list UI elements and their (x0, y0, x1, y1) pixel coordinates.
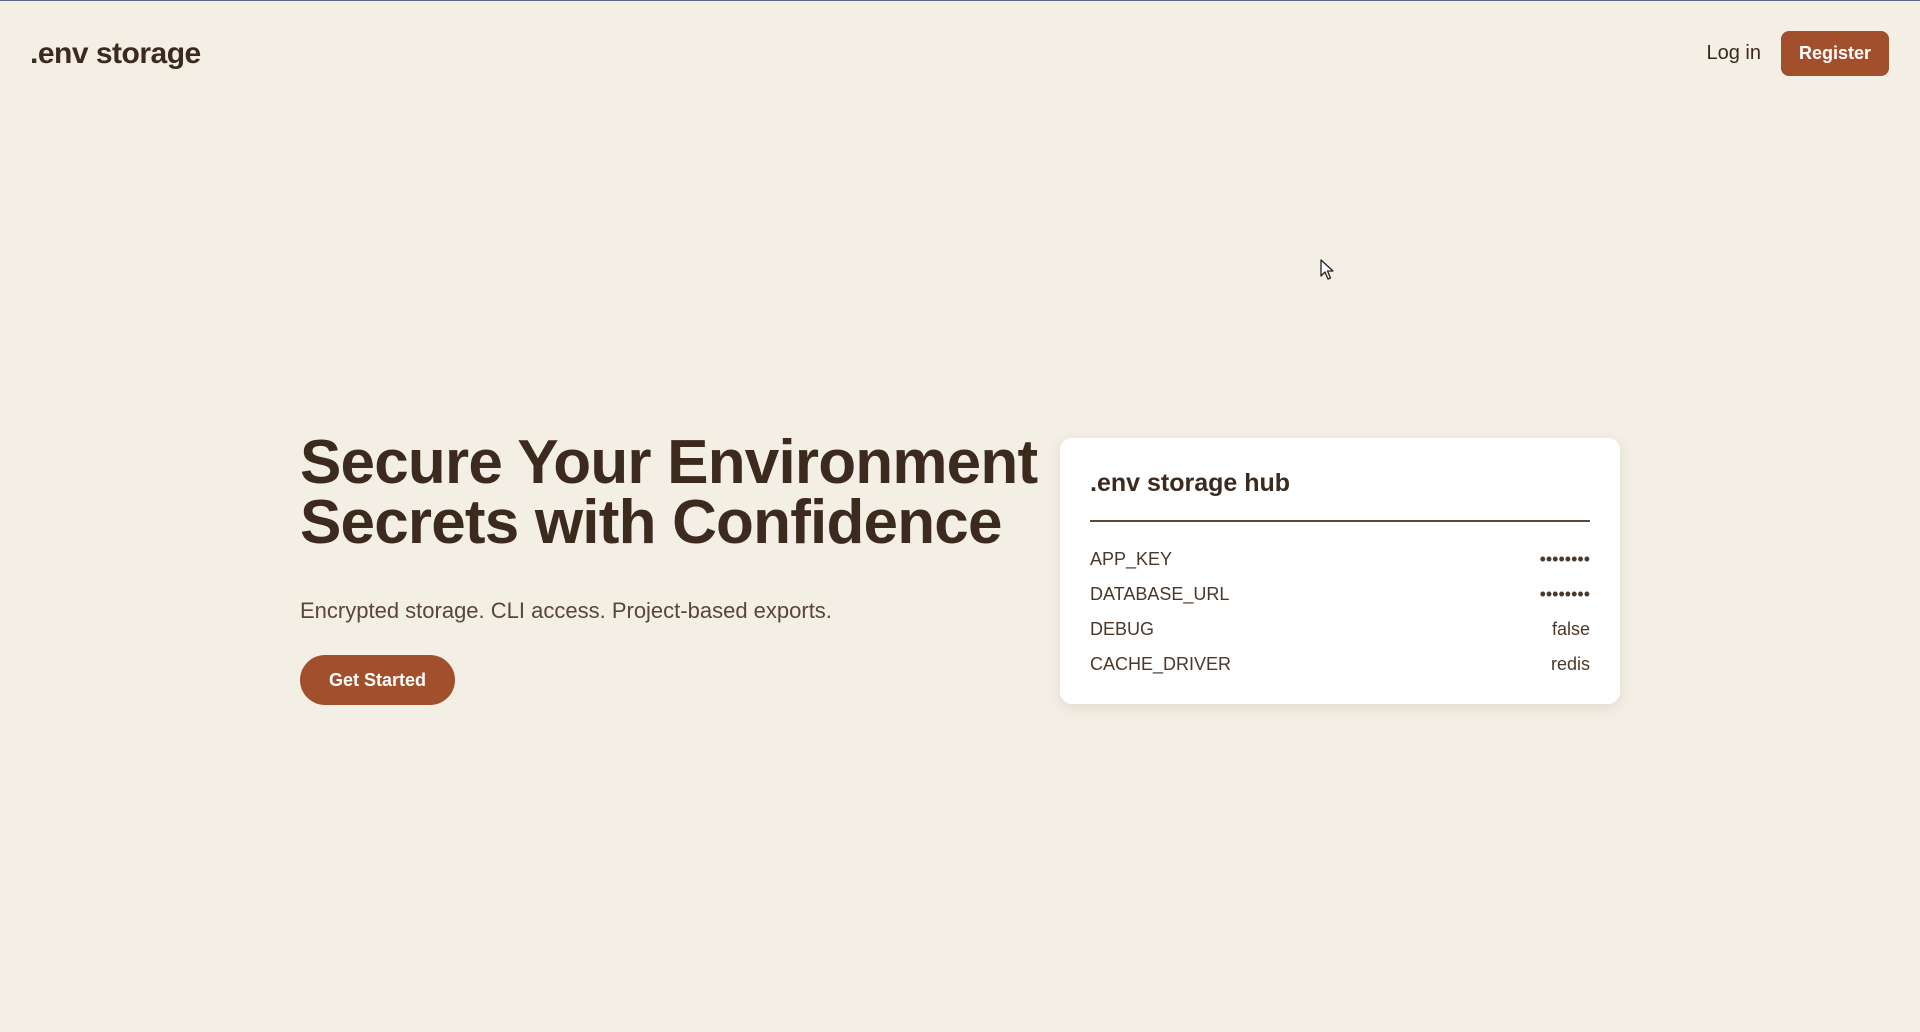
nav-actions: Log in Register (1707, 31, 1889, 76)
top-nav: .env storage Log in Register (0, 1, 1920, 107)
env-key: DEBUG (1090, 619, 1155, 639)
login-link[interactable]: Log in (1707, 42, 1762, 65)
env-key: APP_KEY (1090, 549, 1173, 569)
env-value: redis (1550, 654, 1590, 674)
env-value: false (1551, 619, 1590, 639)
env-row: CACHE_DRIVER redis (1090, 647, 1590, 682)
env-key: CACHE_DRIVER (1090, 654, 1232, 674)
mouse-pointer-icon (1320, 259, 1334, 280)
env-value-masked: •••••••• (1539, 584, 1590, 604)
register-button[interactable]: Register (1781, 31, 1889, 76)
hero-headline: Secure Your Environment Secrets with Con… (300, 428, 1038, 557)
env-row: APP_KEY •••••••• (1090, 542, 1590, 577)
env-key: DATABASE_URL (1090, 584, 1230, 604)
env-row: DEBUG false (1090, 612, 1590, 647)
hero-section: Secure Your Environment Secrets with Con… (300, 428, 1040, 705)
env-value-masked: •••••••• (1539, 549, 1590, 569)
env-variable-list: APP_KEY •••••••• DATABASE_URL •••••••• D… (1090, 542, 1590, 682)
brand-logo-text[interactable]: .env storage (30, 35, 201, 73)
get-started-button[interactable]: Get Started (300, 655, 455, 705)
env-preview-card: .env storage hub APP_KEY •••••••• DATABA… (1060, 438, 1620, 704)
hero-subhead: Encrypted storage. CLI access. Project-b… (300, 598, 832, 623)
card-title: .env storage hub (1090, 468, 1590, 522)
env-row: DATABASE_URL •••••••• (1090, 577, 1590, 612)
